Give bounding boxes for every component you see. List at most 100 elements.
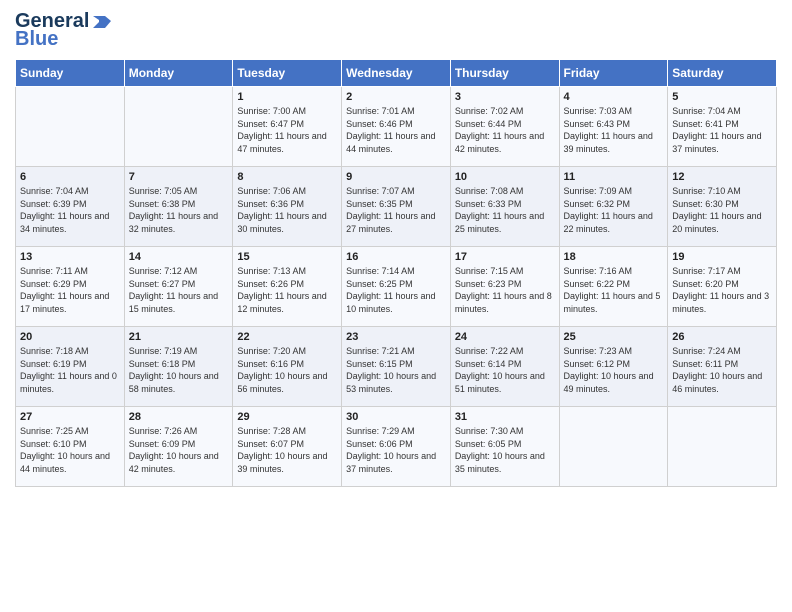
calendar-cell: 22 Sunrise: 7:20 AMSunset: 6:16 PMDayligh… [233, 327, 342, 407]
calendar-cell: 1 Sunrise: 7:00 AMSunset: 6:47 PMDaylight… [233, 87, 342, 167]
weekday-header-thursday: Thursday [450, 60, 559, 87]
calendar-cell: 26 Sunrise: 7:24 AMSunset: 6:11 PMDayligh… [668, 327, 777, 407]
calendar-cell: 24 Sunrise: 7:22 AMSunset: 6:14 PMDayligh… [450, 327, 559, 407]
day-info: Sunrise: 7:28 AMSunset: 6:07 PMDaylight:… [237, 425, 337, 475]
week-row-1: 1 Sunrise: 7:00 AMSunset: 6:47 PMDaylight… [16, 87, 777, 167]
day-info: Sunrise: 7:21 AMSunset: 6:15 PMDaylight:… [346, 345, 446, 395]
day-number: 22 [237, 331, 337, 343]
day-number: 2 [346, 91, 446, 103]
calendar-cell: 17Sunrise: 7:15 AMSunset: 6:23 PMDayligh… [450, 247, 559, 327]
calendar-cell: 18Sunrise: 7:16 AMSunset: 6:22 PMDayligh… [559, 247, 668, 327]
calendar-cell: 27Sunrise: 7:25 AMSunset: 6:10 PMDayligh… [16, 407, 125, 487]
weekday-header-tuesday: Tuesday [233, 60, 342, 87]
day-number: 3 [455, 91, 555, 103]
day-info: Sunrise: 7:14 AMSunset: 6:25 PMDaylight:… [346, 265, 446, 315]
day-number: 16 [346, 251, 446, 263]
day-number: 20 [20, 331, 120, 343]
calendar-table: SundayMondayTuesdayWednesdayThursdayFrid… [15, 59, 777, 487]
day-number: 15 [237, 251, 337, 263]
day-number: 14 [129, 251, 229, 263]
calendar-cell [668, 407, 777, 487]
calendar-cell [559, 407, 668, 487]
calendar-cell: 12 Sunrise: 7:10 AMSunset: 6:30 PMDayligh… [668, 167, 777, 247]
header-row: SundayMondayTuesdayWednesdayThursdayFrid… [16, 60, 777, 87]
calendar-cell: 2Sunrise: 7:01 AMSunset: 6:46 PMDaylight… [342, 87, 451, 167]
day-info: Sunrise: 7:04 AMSunset: 6:39 PMDaylight:… [20, 185, 120, 235]
calendar-cell: 31Sunrise: 7:30 AMSunset: 6:05 PMDayligh… [450, 407, 559, 487]
day-number: 11 [564, 171, 664, 183]
calendar-cell: 14 Sunrise: 7:12 AMSunset: 6:27 PMDayligh… [124, 247, 233, 327]
day-number: 13 [20, 251, 120, 263]
day-info: Sunrise: 7:24 AMSunset: 6:11 PMDaylight:… [672, 345, 772, 395]
day-info: Sunrise: 7:07 AMSunset: 6:35 PMDaylight:… [346, 185, 446, 235]
day-number: 24 [455, 331, 555, 343]
day-info: Sunrise: 7:26 AMSunset: 6:09 PMDaylight:… [129, 425, 229, 475]
page-header: General Blue [15, 10, 777, 51]
day-info: Sunrise: 7:18 AMSunset: 6:19 PMDaylight:… [20, 345, 120, 395]
day-number: 1 [237, 91, 337, 103]
calendar-cell: 7 Sunrise: 7:05 AMSunset: 6:38 PMDaylight… [124, 167, 233, 247]
day-number: 28 [129, 411, 229, 423]
day-info: Sunrise: 7:09 AMSunset: 6:32 PMDaylight:… [564, 185, 664, 235]
calendar-cell: 4Sunrise: 7:03 AMSunset: 6:43 PMDaylight… [559, 87, 668, 167]
weekday-header-friday: Friday [559, 60, 668, 87]
day-info: Sunrise: 7:10 AMSunset: 6:30 PMDaylight:… [672, 185, 772, 235]
calendar-cell: 19 Sunrise: 7:17 AMSunset: 6:20 PMDayligh… [668, 247, 777, 327]
calendar-cell [124, 87, 233, 167]
calendar-cell: 29 Sunrise: 7:28 AMSunset: 6:07 PMDayligh… [233, 407, 342, 487]
day-number: 21 [129, 331, 229, 343]
weekday-header-saturday: Saturday [668, 60, 777, 87]
day-info: Sunrise: 7:11 AMSunset: 6:29 PMDaylight:… [20, 265, 120, 315]
calendar-cell: 23Sunrise: 7:21 AMSunset: 6:15 PMDayligh… [342, 327, 451, 407]
weekday-header-monday: Monday [124, 60, 233, 87]
calendar-cell: 10 Sunrise: 7:08 AMSunset: 6:33 PMDayligh… [450, 167, 559, 247]
calendar-cell [16, 87, 125, 167]
day-info: Sunrise: 7:17 AMSunset: 6:20 PMDaylight:… [672, 265, 772, 315]
day-number: 10 [455, 171, 555, 183]
calendar-cell: 20 Sunrise: 7:18 AMSunset: 6:19 PMDayligh… [16, 327, 125, 407]
calendar-cell: 13 Sunrise: 7:11 AMSunset: 6:29 PMDayligh… [16, 247, 125, 327]
day-info: Sunrise: 7:23 AMSunset: 6:12 PMDaylight:… [564, 345, 664, 395]
day-info: Sunrise: 7:02 AMSunset: 6:44 PMDaylight:… [455, 105, 555, 155]
day-number: 26 [672, 331, 772, 343]
day-info: Sunrise: 7:16 AMSunset: 6:22 PMDaylight:… [564, 265, 664, 315]
day-info: Sunrise: 7:00 AMSunset: 6:47 PMDaylight:… [237, 105, 337, 155]
day-info: Sunrise: 7:20 AMSunset: 6:16 PMDaylight:… [237, 345, 337, 395]
day-info: Sunrise: 7:22 AMSunset: 6:14 PMDaylight:… [455, 345, 555, 395]
day-number: 12 [672, 171, 772, 183]
calendar-cell: 25 Sunrise: 7:23 AMSunset: 6:12 PMDayligh… [559, 327, 668, 407]
calendar-cell: 5 Sunrise: 7:04 AMSunset: 6:41 PMDaylight… [668, 87, 777, 167]
day-number: 27 [20, 411, 120, 423]
calendar-cell: 16 Sunrise: 7:14 AMSunset: 6:25 PMDayligh… [342, 247, 451, 327]
day-number: 5 [672, 91, 772, 103]
week-row-2: 6 Sunrise: 7:04 AMSunset: 6:39 PMDaylight… [16, 167, 777, 247]
day-info: Sunrise: 7:19 AMSunset: 6:18 PMDaylight:… [129, 345, 229, 395]
logo-blue: Blue [15, 28, 58, 50]
week-row-5: 27Sunrise: 7:25 AMSunset: 6:10 PMDayligh… [16, 407, 777, 487]
day-info: Sunrise: 7:05 AMSunset: 6:38 PMDaylight:… [129, 185, 229, 235]
calendar-cell: 30Sunrise: 7:29 AMSunset: 6:06 PMDayligh… [342, 407, 451, 487]
day-info: Sunrise: 7:12 AMSunset: 6:27 PMDaylight:… [129, 265, 229, 315]
day-info: Sunrise: 7:06 AMSunset: 6:36 PMDaylight:… [237, 185, 337, 235]
day-number: 6 [20, 171, 120, 183]
day-info: Sunrise: 7:03 AMSunset: 6:43 PMDaylight:… [564, 105, 664, 155]
day-info: Sunrise: 7:15 AMSunset: 6:23 PMDaylight:… [455, 265, 555, 315]
day-number: 29 [237, 411, 337, 423]
weekday-header-sunday: Sunday [16, 60, 125, 87]
logo: General Blue [15, 10, 113, 51]
day-number: 25 [564, 331, 664, 343]
week-row-4: 20 Sunrise: 7:18 AMSunset: 6:19 PMDayligh… [16, 327, 777, 407]
calendar-cell: 8 Sunrise: 7:06 AMSunset: 6:36 PMDaylight… [233, 167, 342, 247]
day-info: Sunrise: 7:04 AMSunset: 6:41 PMDaylight:… [672, 105, 772, 155]
logo-arrow-icon [91, 10, 113, 32]
day-number: 8 [237, 171, 337, 183]
day-info: Sunrise: 7:08 AMSunset: 6:33 PMDaylight:… [455, 185, 555, 235]
calendar-cell: 6 Sunrise: 7:04 AMSunset: 6:39 PMDaylight… [16, 167, 125, 247]
day-info: Sunrise: 7:30 AMSunset: 6:05 PMDaylight:… [455, 425, 555, 475]
day-number: 7 [129, 171, 229, 183]
calendar-cell: 9Sunrise: 7:07 AMSunset: 6:35 PMDaylight… [342, 167, 451, 247]
day-number: 19 [672, 251, 772, 263]
day-info: Sunrise: 7:13 AMSunset: 6:26 PMDaylight:… [237, 265, 337, 315]
week-row-3: 13 Sunrise: 7:11 AMSunset: 6:29 PMDayligh… [16, 247, 777, 327]
calendar-cell: 3 Sunrise: 7:02 AMSunset: 6:44 PMDaylight… [450, 87, 559, 167]
